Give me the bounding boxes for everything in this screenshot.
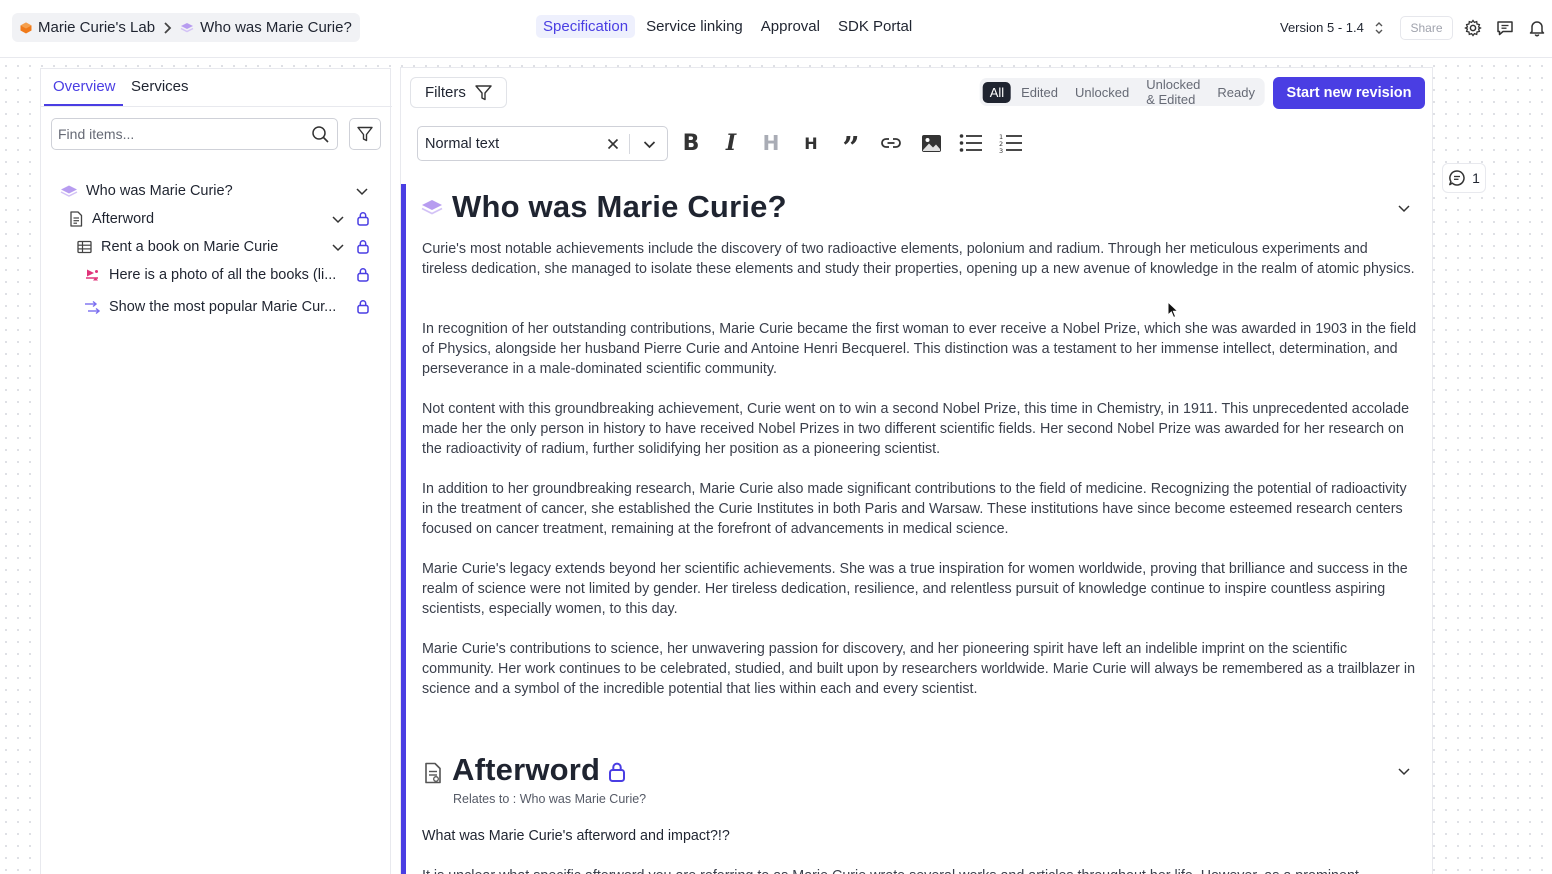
heading-icon[interactable]: H — [758, 130, 784, 156]
chevron-down-icon[interactable] — [331, 212, 345, 226]
segment-unlocked[interactable]: Unlocked — [1068, 82, 1136, 103]
comment-count-button[interactable]: 1 — [1442, 163, 1486, 193]
tree-item-label: Afterword — [92, 211, 155, 227]
filter-icon — [356, 125, 374, 143]
chevron-down-icon[interactable] — [642, 137, 657, 152]
image-icon — [84, 268, 100, 283]
tree-item-label: Here is a photo of all the books (li... — [109, 267, 337, 283]
chevron-down-icon[interactable] — [355, 184, 369, 198]
image-icon[interactable] — [918, 130, 944, 156]
nav-service-linking[interactable]: Service linking — [639, 15, 750, 38]
editor-toolbar: Normal text B I H H ” 123 — [401, 118, 1432, 168]
chevron-down-icon[interactable] — [1397, 201, 1411, 215]
mouse-cursor-icon — [1167, 301, 1179, 319]
tree-item-who-was-marie-curie[interactable]: Who was Marie Curie? — [60, 179, 360, 203]
start-new-revision-button[interactable]: Start new revision — [1273, 77, 1425, 109]
filters-label: Filters — [425, 84, 466, 101]
lock-icon[interactable] — [356, 211, 370, 226]
nav-sdk-portal[interactable]: SDK Portal — [831, 15, 919, 38]
top-nav: Specification Service linking Approval S… — [536, 15, 919, 38]
arrows-icon — [84, 300, 100, 315]
search-icon[interactable] — [311, 125, 330, 144]
tree-item-label: Who was Marie Curie? — [86, 183, 233, 199]
active-section-indicator — [401, 184, 406, 874]
comment-count: 1 — [1472, 170, 1480, 186]
lock-icon[interactable] — [356, 299, 370, 314]
status-filter-segmented: All Edited Unlocked Unlocked & Edited Re… — [979, 77, 1265, 107]
chevron-right-icon — [163, 21, 172, 34]
table-icon — [77, 240, 92, 254]
tree-item-rent-a-book[interactable]: Rent a book on Marie Curie — [77, 235, 331, 259]
section-title: Afterword — [452, 752, 601, 787]
sidebar-tabs: Overview Services — [41, 69, 392, 107]
numbered-list-icon[interactable]: 123 — [998, 130, 1024, 156]
tree-filter-button[interactable] — [349, 118, 381, 150]
search-box — [51, 118, 338, 150]
gear-icon[interactable] — [1464, 19, 1482, 37]
bell-icon[interactable] — [1528, 19, 1546, 37]
tab-overview[interactable]: Overview — [53, 78, 116, 95]
paragraph: In addition to her groundbreaking resear… — [422, 481, 1407, 537]
paragraph: Marie Curie's contributions to science, … — [422, 641, 1416, 697]
comment-icon — [1448, 169, 1466, 187]
paragraph: In recognition of her outstanding contri… — [422, 321, 1417, 377]
segment-edited[interactable]: Edited — [1014, 82, 1065, 103]
relates-to-label: Relates to : Who was Marie Curie? — [453, 792, 647, 806]
filters-button[interactable]: Filters — [410, 77, 507, 108]
nav-specification[interactable]: Specification — [536, 15, 636, 38]
heading-small-icon[interactable]: H — [798, 130, 824, 156]
tree-item-photo-of-books[interactable]: Here is a photo of all the books (li... — [84, 263, 346, 287]
italic-icon[interactable]: I — [718, 130, 744, 156]
filter-icon — [474, 83, 493, 102]
search-input[interactable] — [58, 124, 298, 144]
text-style-value: Normal text — [425, 136, 500, 152]
text-style-select[interactable]: Normal text — [417, 126, 668, 161]
paragraph: What was Marie Curie's afterword and imp… — [422, 828, 730, 844]
document-icon — [69, 211, 83, 227]
select-divider — [629, 134, 630, 154]
chat-icon[interactable] — [1496, 19, 1514, 37]
version-label: Version 5 - 1.4 — [1280, 20, 1364, 35]
layers-icon — [60, 184, 78, 198]
quote-icon[interactable]: ” — [838, 130, 864, 166]
nav-approval[interactable]: Approval — [754, 15, 827, 38]
bullet-list-icon[interactable] — [958, 130, 984, 156]
tree-item-most-popular[interactable]: Show the most popular Marie Cur... — [84, 295, 346, 319]
link-icon[interactable] — [878, 130, 904, 156]
paragraph: Not content with this groundbreaking ach… — [422, 401, 1410, 457]
layers-icon — [180, 22, 194, 34]
svg-text:3: 3 — [999, 147, 1003, 153]
document-icon — [423, 762, 443, 784]
section-title: Who was Marie Curie? — [452, 189, 787, 224]
sidebar: Overview Services Who was Marie Curie? A… — [40, 68, 392, 874]
close-icon[interactable] — [606, 137, 620, 151]
bold-icon[interactable]: B — [678, 130, 704, 156]
segment-all[interactable]: All — [982, 81, 1012, 103]
lock-icon[interactable] — [356, 239, 370, 254]
segment-unlocked-edited[interactable]: Unlocked & Edited — [1139, 74, 1207, 110]
top-bar: Marie Curie's Lab Who was Marie Curie? S… — [0, 0, 1552, 58]
tab-services[interactable]: Services — [131, 78, 189, 95]
lock-icon[interactable] — [356, 267, 370, 282]
active-tab-indicator — [44, 104, 123, 106]
tree-item-afterword[interactable]: Afterword — [69, 207, 331, 231]
project-logo-icon — [20, 22, 32, 34]
share-button[interactable]: Share — [1400, 16, 1453, 40]
tree-item-label: Rent a book on Marie Curie — [101, 239, 279, 255]
breadcrumb-page[interactable]: Who was Marie Curie? — [200, 19, 352, 36]
segment-ready[interactable]: Ready — [1210, 82, 1262, 103]
paragraph: Curie's most notable achievements includ… — [422, 241, 1415, 277]
chevron-down-icon[interactable] — [1397, 764, 1411, 778]
tree-item-label: Show the most popular Marie Cur... — [109, 299, 337, 315]
up-down-icon — [1374, 21, 1384, 35]
lock-icon[interactable] — [607, 761, 627, 783]
breadcrumb: Marie Curie's Lab Who was Marie Curie? — [12, 13, 360, 42]
chevron-down-icon[interactable] — [331, 240, 345, 254]
paragraph: Marie Curie's legacy extends beyond her … — [422, 561, 1408, 617]
version-selector[interactable]: Version 5 - 1.4 — [1280, 20, 1384, 35]
paragraph: It is unclear what specific afterword yo… — [422, 866, 1417, 874]
layers-icon — [421, 198, 443, 216]
breadcrumb-project[interactable]: Marie Curie's Lab — [38, 19, 155, 36]
